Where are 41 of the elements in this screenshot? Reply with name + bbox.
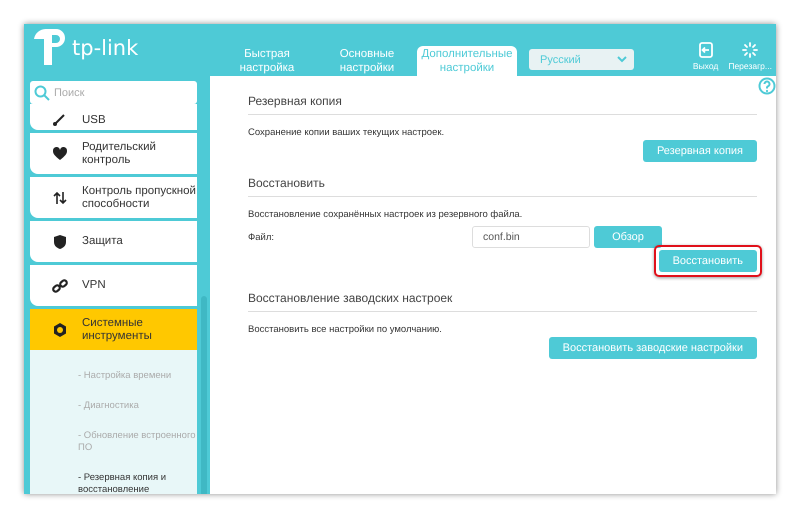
language-select[interactable]: Русский	[529, 49, 634, 70]
sidebar-item[interactable]: VPN	[30, 265, 197, 306]
sidebar-item[interactable]: Системные инструменты	[30, 309, 197, 350]
section-description: Восстановление сохранённых настроек из резервного файла.	[248, 209, 524, 220]
submenu-item[interactable]: - Настройка времени	[78, 370, 197, 382]
file-input-field[interactable]: conf.bin	[472, 226, 590, 248]
spinner-icon	[742, 42, 758, 58]
section-title: Восстановление заводских настроек	[248, 291, 757, 312]
search-icon	[34, 85, 50, 101]
browse-button[interactable]: Обзор	[594, 226, 662, 248]
scrollbar[interactable]	[201, 296, 207, 494]
logout-icon	[698, 42, 714, 58]
nav-tab[interactable]: Быстрая настройка	[217, 46, 317, 76]
field-label: Файл:	[248, 232, 274, 242]
tp-link-logo: tp-link	[30, 29, 138, 67]
section-description: Восстановить все настройки по умолчанию.	[248, 324, 443, 335]
action-button[interactable]: Резервная копия	[642, 140, 757, 162]
nav-tab[interactable]: Основные настройки	[317, 46, 417, 76]
sidebar-item[interactable]: Контроль пропускной способности	[30, 177, 197, 218]
sidebar-item[interactable]: Защита	[30, 221, 197, 262]
submenu-item[interactable]: - Обновление встроенного ПО	[78, 430, 197, 454]
chevron-icon	[617, 56, 627, 63]
menu-icon	[52, 278, 68, 294]
section-title: Восстановить	[248, 176, 757, 197]
header-action[interactable]: Выход	[692, 42, 718, 71]
menu-icon	[52, 190, 68, 206]
sidebar-item[interactable]: USB	[30, 104, 197, 130]
menu-icon	[52, 322, 68, 338]
menu-icon	[52, 146, 68, 162]
section-title: Резервная копия	[248, 94, 757, 115]
section-description: Сохранение копии ваших текущих настроек.	[248, 127, 446, 138]
action-button[interactable]: Восстановить	[658, 250, 757, 272]
nav-tab[interactable]: Дополнительные настройки	[417, 46, 517, 76]
sidebar-item[interactable]: Родительский контроль	[30, 133, 197, 174]
header-action[interactable]: Перезагр...	[728, 42, 772, 71]
search-field[interactable]: Поиск	[30, 81, 197, 104]
submenu-item[interactable]: - Резервная копия и восстановление	[78, 472, 197, 494]
menu-icon	[52, 234, 68, 250]
action-button[interactable]: Восстановить заводские настройки	[548, 337, 757, 359]
submenu-item[interactable]: - Диагностика	[78, 400, 197, 412]
help-icon[interactable]	[758, 77, 776, 95]
